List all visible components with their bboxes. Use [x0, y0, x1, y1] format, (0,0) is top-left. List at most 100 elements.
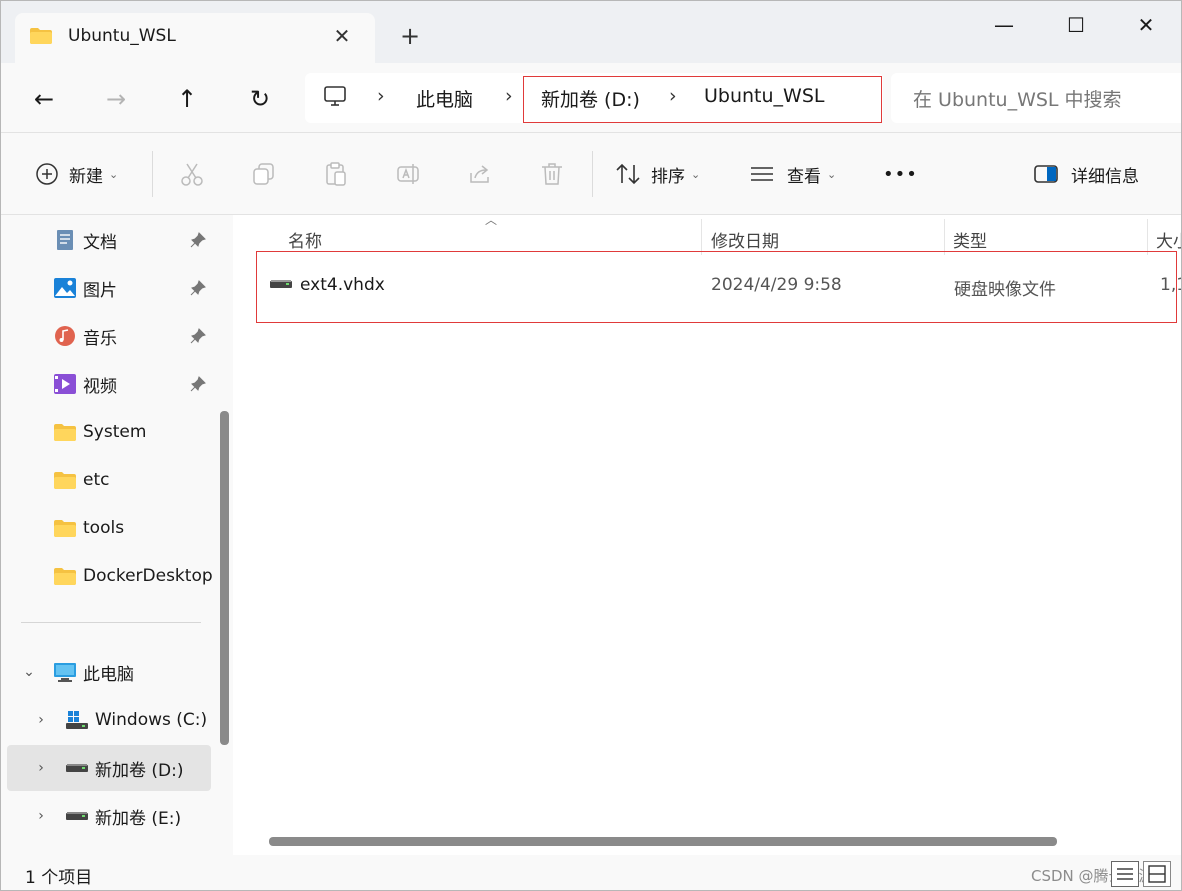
sidebar-item-system[interactable]: System — [1, 409, 213, 455]
chevron-down-icon: ⌄ — [827, 167, 837, 181]
horizontal-scrollbar[interactable] — [269, 837, 1057, 846]
sort-label: 排序 — [651, 166, 685, 187]
sort-icon — [616, 163, 640, 185]
sidebar-item-drive-e[interactable]: › 新加卷 (E:) — [1, 793, 213, 839]
expand-icon[interactable]: › — [33, 712, 49, 728]
view-button[interactable]: 查看 ⌄ — [749, 159, 836, 189]
status-bar: 1 个项目 CSDN @腾云开源 — [1, 855, 1181, 890]
sidebar-scrollbar[interactable] — [220, 411, 229, 745]
sidebar-item-label: tools — [83, 518, 125, 538]
refresh-button[interactable]: ↻ — [242, 81, 278, 117]
details-pane-button[interactable]: 详细信息 — [1033, 159, 1139, 189]
computer-icon — [324, 86, 346, 106]
folder-icon — [54, 568, 76, 585]
cut-icon[interactable] — [179, 161, 205, 187]
sidebar-item-tools[interactable]: tools — [1, 505, 213, 551]
sidebar-item-label: 音乐 — [83, 328, 117, 349]
search-placeholder: 在 Ubuntu_WSL 中搜索 — [913, 89, 1122, 111]
sidebar-item-pictures[interactable]: 图片 — [1, 265, 213, 311]
sidebar-divider — [21, 622, 201, 623]
column-divider[interactable] — [701, 219, 702, 255]
pin-icon[interactable] — [189, 327, 207, 345]
sidebar-item-drive-d[interactable]: › 新加卷 (D:) — [7, 745, 211, 791]
expand-icon[interactable]: › — [33, 760, 49, 776]
music-icon — [55, 326, 75, 346]
search-box[interactable]: 在 Ubuntu_WSL 中搜索 — [891, 73, 1181, 123]
back-button[interactable]: ← — [26, 81, 62, 117]
sort-button[interactable]: 排序 ⌄ — [615, 159, 700, 189]
sidebar-item-label: DockerDesktop — [83, 566, 213, 586]
folder-icon — [54, 424, 76, 441]
up-button[interactable]: ↑ — [169, 81, 205, 117]
drive-icon — [66, 812, 88, 820]
sidebar-item-etc[interactable]: etc — [1, 457, 213, 503]
sidebar-item-dockerdesktop[interactable]: DockerDesktop — [1, 553, 213, 599]
new-label: 新建 — [69, 166, 103, 187]
tab-title: Ubuntu_WSL — [68, 26, 176, 46]
folder-icon — [54, 520, 76, 537]
share-icon[interactable] — [467, 161, 493, 187]
file-explorer-window: Ubuntu_WSL ✕ + — ☐ ✕ ← → ↑ ↻ › 此电脑 › 新加卷… — [0, 0, 1182, 891]
column-header-name[interactable]: 名称 — [288, 227, 322, 252]
column-header-size[interactable]: 大小 — [1156, 227, 1181, 252]
sidebar-item-label: 新加卷 (D:) — [95, 760, 184, 781]
pin-icon[interactable] — [189, 231, 207, 249]
column-header-type[interactable]: 类型 — [953, 227, 987, 252]
document-icon — [57, 230, 73, 250]
details-label: 详细信息 — [1071, 166, 1139, 187]
sidebar-item-label: 新加卷 (E:) — [95, 808, 182, 829]
collapse-icon[interactable]: ⌄ — [21, 664, 37, 680]
new-tab-button[interactable]: + — [397, 23, 423, 49]
tiles-view-icon — [1148, 865, 1166, 883]
computer-icon — [54, 663, 76, 682]
column-divider[interactable] — [1147, 219, 1148, 255]
rename-icon[interactable] — [395, 161, 421, 187]
close-tab-button[interactable]: ✕ — [331, 25, 353, 47]
navigation-pane: 文档 图片 音乐 视频 System etc tools DockerDeskt… — [1, 215, 233, 855]
pin-icon[interactable] — [189, 279, 207, 297]
file-list: ︿ 名称 修改日期 类型 大小 ext4.vhdx 2024/4/29 9:58… — [241, 213, 1181, 855]
tab-ubuntu-wsl[interactable]: Ubuntu_WSL ✕ — [15, 13, 375, 63]
navigation-bar: ← → ↑ ↻ › 此电脑 › 新加卷 (D:) › Ubuntu_WSL 在 … — [1, 63, 1181, 133]
sidebar-item-label: etc — [83, 470, 110, 490]
command-bar: 新建 ⌄ 排序 ⌄ 查看 ⌄ ••• 详细信息 — [1, 133, 1181, 215]
sidebar-item-label: System — [83, 422, 147, 442]
maximize-button[interactable]: ☐ — [1051, 7, 1101, 43]
highlight-annotation — [256, 251, 1177, 323]
breadcrumb-separator[interactable]: › — [377, 85, 385, 107]
new-button[interactable]: 新建 ⌄ — [35, 159, 118, 189]
sidebar-item-label: 此电脑 — [83, 664, 134, 685]
details-view-icon — [1117, 868, 1133, 880]
view-list-icon — [751, 167, 773, 181]
sidebar-item-this-pc[interactable]: ⌄ 此电脑 — [1, 649, 213, 695]
copy-icon[interactable] — [251, 161, 277, 187]
breadcrumb-separator[interactable]: › — [505, 85, 513, 107]
close-window-button[interactable]: ✕ — [1121, 7, 1171, 43]
delete-icon[interactable] — [539, 161, 565, 187]
sidebar-item-music[interactable]: 音乐 — [1, 313, 213, 359]
breadcrumb-this-pc[interactable]: 此电脑 — [416, 85, 473, 112]
pictures-icon — [54, 278, 76, 298]
video-icon — [54, 374, 76, 394]
sidebar-item-label: 视频 — [83, 376, 117, 397]
more-options-button[interactable]: ••• — [883, 159, 918, 189]
sidebar-item-videos[interactable]: 视频 — [1, 361, 213, 407]
sidebar-item-label: 图片 — [83, 280, 117, 301]
toolbar-divider — [592, 151, 593, 197]
forward-button[interactable]: → — [98, 81, 134, 117]
highlight-annotation — [523, 76, 882, 123]
sidebar-item-documents[interactable]: 文档 — [1, 217, 213, 263]
expand-icon[interactable]: › — [33, 808, 49, 824]
tiles-view-button[interactable] — [1143, 861, 1171, 887]
sidebar-item-drive-c[interactable]: › Windows (C:) — [1, 697, 213, 743]
details-view-button[interactable] — [1111, 861, 1139, 887]
folder-icon — [54, 472, 76, 489]
sidebar-item-label: 文档 — [83, 232, 117, 253]
paste-icon[interactable] — [323, 161, 349, 187]
minimize-button[interactable]: — — [979, 7, 1029, 43]
pin-icon[interactable] — [189, 375, 207, 393]
sidebar-item-label: Windows (C:) — [95, 710, 208, 730]
column-divider[interactable] — [944, 219, 945, 255]
column-header-modified[interactable]: 修改日期 — [711, 227, 779, 252]
chevron-down-icon: ⌄ — [109, 167, 119, 181]
